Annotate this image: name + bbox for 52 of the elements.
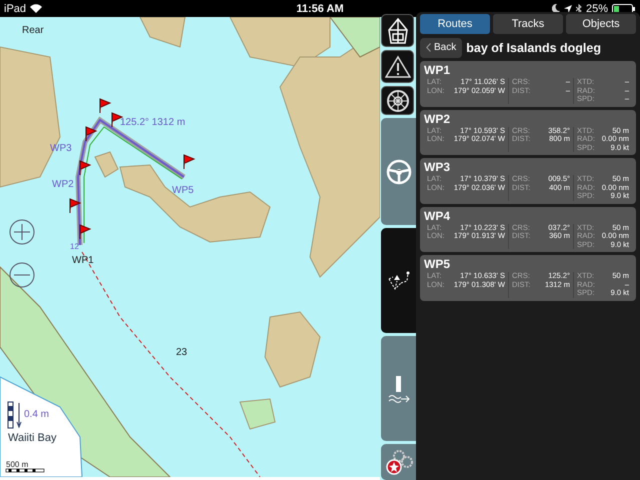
panel-tab[interactable]: Tracks xyxy=(493,14,563,34)
tide-tool-button[interactable] xyxy=(381,336,416,441)
flag-icon xyxy=(184,154,196,170)
flag-icon xyxy=(86,126,98,142)
back-button[interactable]: Back xyxy=(420,38,462,58)
map-label: WP1 xyxy=(72,255,94,266)
map-label: WP5 xyxy=(172,185,194,196)
compass-wheel-icon xyxy=(386,88,410,112)
warning-tool-button[interactable] xyxy=(381,50,414,83)
map-label: 125.2° 1312 m xyxy=(120,117,186,128)
chevron-left-icon xyxy=(426,43,431,52)
route-icon xyxy=(386,268,410,292)
panel-tab[interactable]: Objects xyxy=(566,14,636,34)
map-label: Rear xyxy=(22,25,44,36)
map-label: 12 xyxy=(70,242,79,251)
flag-icon xyxy=(70,198,82,214)
battery-percent: 25% xyxy=(586,2,608,14)
waypoint-name: WP1 xyxy=(424,63,452,77)
reef-area xyxy=(239,398,276,430)
settings-icon xyxy=(384,448,412,476)
helm-tool-button[interactable] xyxy=(381,118,416,225)
zoom-out-button[interactable] xyxy=(10,262,34,288)
flag-icon xyxy=(80,224,92,240)
ship-tool-button[interactable] xyxy=(381,14,414,47)
waypoint-name: WP5 xyxy=(424,257,452,271)
clock-time: 11:56 AM xyxy=(296,2,344,14)
wifi-icon xyxy=(30,4,42,13)
ship-icon xyxy=(386,18,408,44)
bluetooth-icon xyxy=(576,4,582,14)
warning-icon xyxy=(384,54,410,78)
flag-icon xyxy=(80,160,92,176)
map-label: 23 xyxy=(176,347,188,358)
settings-tool-button[interactable] xyxy=(381,444,416,480)
device-name: iPad xyxy=(4,2,26,14)
tide-gauge-icon xyxy=(386,374,410,402)
panel-tab[interactable]: Routes xyxy=(420,14,490,34)
moon-icon xyxy=(552,4,560,13)
map-label: Waiiti Bay xyxy=(8,432,56,444)
map-label: WP2 xyxy=(52,179,74,190)
zoom-in-button[interactable] xyxy=(10,220,34,244)
waypoint-name: WP2 xyxy=(424,112,452,126)
steering-wheel-icon xyxy=(386,158,412,184)
scale-label: 500 m xyxy=(6,460,28,469)
waypoint-name: WP4 xyxy=(424,208,452,222)
scale-bar xyxy=(6,468,44,474)
flag-icon xyxy=(100,98,112,114)
route-title: bay of Isalands dogleg xyxy=(466,40,601,54)
waypoint-name: WP3 xyxy=(424,160,452,174)
depth-reading: 0.4 m xyxy=(24,409,50,420)
wheel-tool-button[interactable] xyxy=(381,86,414,115)
islet xyxy=(94,151,119,178)
depth-gauge-icon xyxy=(8,402,22,428)
